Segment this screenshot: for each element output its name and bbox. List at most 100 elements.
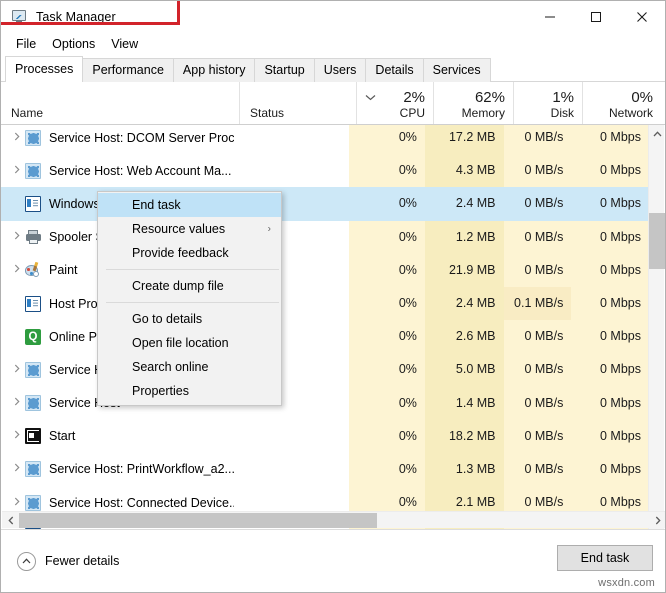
column-header-network[interactable]: 0% Network <box>582 82 661 124</box>
process-network-cell: 0 Mbps <box>571 220 649 254</box>
process-network-cell: 0 Mbps <box>571 187 649 221</box>
scroll-right-button[interactable] <box>649 512 665 529</box>
process-name-cell[interactable]: Service Host: Connected Device... <box>1 494 234 511</box>
table-row[interactable]: Start 0% 18.2 MB 0 MB/s 0 Mbps <box>1 419 649 453</box>
process-cpu-cell: 0% <box>349 125 425 155</box>
vertical-scrollbar[interactable] <box>648 125 665 529</box>
table-row[interactable]: Service Host: PrintWorkflow_a2... 0% 1.3 M… <box>1 452 649 487</box>
menu-file[interactable]: File <box>10 35 46 53</box>
process-cpu-cell: 0% <box>349 253 425 287</box>
process-memory-cell: 17.2 MB <box>424 125 504 155</box>
process-disk-cell: 0.1 MB/s <box>503 286 572 321</box>
expand-chevron-icon[interactable] <box>8 497 25 509</box>
process-network-cell: 0 Mbps <box>571 452 649 487</box>
expand-chevron-icon[interactable] <box>8 397 25 409</box>
gear-icon <box>25 361 41 378</box>
context-menu-item-label: Create dump file <box>132 279 224 293</box>
process-disk-cell: 0 MB/s <box>503 419 572 453</box>
table-row[interactable]: Service Host: DCOM Server Proc... 0% 17.2 … <box>1 125 649 155</box>
tab-startup[interactable]: Startup <box>254 58 315 82</box>
context-menu-item-label: Resource values <box>132 222 226 236</box>
maximize-button[interactable] <box>573 1 619 32</box>
expand-chevron-icon[interactable] <box>8 430 25 442</box>
process-network-cell: 0 Mbps <box>571 286 649 321</box>
process-memory-cell: 2.4 MB <box>424 286 504 321</box>
context-menu-item-label: Open file location <box>132 336 229 350</box>
close-button[interactable] <box>619 1 665 32</box>
expand-chevron-icon[interactable] <box>8 165 25 177</box>
fewer-details-button[interactable]: Fewer details <box>17 551 119 571</box>
expand-chevron-icon[interactable] <box>8 463 25 475</box>
sort-descending-icon <box>365 90 376 101</box>
tab-performance[interactable]: Performance <box>82 58 174 82</box>
context-menu-item[interactable]: Provide feedback <box>98 241 281 265</box>
end-task-button[interactable]: End task <box>557 545 653 571</box>
process-memory-cell: 1.4 MB <box>424 386 504 420</box>
expand-chevron-icon[interactable] <box>8 364 25 376</box>
vertical-scroll-thumb[interactable] <box>649 213 665 269</box>
context-menu-item-label: Go to details <box>132 312 203 326</box>
context-menu-item[interactable]: Properties <box>98 379 281 403</box>
context-menu-item[interactable]: Go to details <box>98 307 281 331</box>
expand-chevron-icon[interactable] <box>8 264 25 276</box>
column-header-disk[interactable]: 1% Disk <box>513 82 582 124</box>
context-menu-item[interactable]: Search online <box>98 355 281 379</box>
process-cpu-cell: 0% <box>349 419 425 453</box>
process-memory-cell: 1.2 MB <box>424 220 504 254</box>
tab-users[interactable]: Users <box>313 58 367 82</box>
column-header-cpu[interactable]: 2% CPU <box>356 82 433 124</box>
process-cpu-cell: 0% <box>349 187 425 221</box>
process-name-cell[interactable]: Service Host: DCOM Server Proc... <box>1 129 234 146</box>
window-icon <box>25 195 41 212</box>
tab-app-history[interactable]: App history <box>172 58 256 82</box>
process-name-cell[interactable]: Start <box>1 428 234 445</box>
context-menu-item[interactable]: Resource values › <box>98 217 281 241</box>
context-menu-item-label: Properties <box>132 384 189 398</box>
process-disk-cell: 0 MB/s <box>503 154 572 188</box>
gear-icon <box>25 461 41 478</box>
column-header-memory[interactable]: 62% Memory <box>433 82 513 124</box>
menu-bar: File Options View <box>1 32 665 56</box>
expand-chevron-icon[interactable] <box>8 231 25 243</box>
process-network-cell: 0 Mbps <box>571 320 649 354</box>
process-network-cell: 0 Mbps <box>571 125 649 155</box>
context-menu-separator <box>106 269 279 270</box>
process-disk-cell: 0 MB/s <box>503 253 572 287</box>
process-memory-cell: 18.2 MB <box>424 419 504 453</box>
process-cpu-cell: 0% <box>349 320 425 354</box>
horizontal-scrollbar[interactable] <box>2 511 665 529</box>
tab-details[interactable]: Details <box>365 58 424 82</box>
column-header-name[interactable]: Name <box>1 82 239 124</box>
scroll-left-button[interactable] <box>2 512 19 529</box>
process-name-cell[interactable]: Service Host: PrintWorkflow_a2... <box>1 461 234 478</box>
process-cpu-cell: 0% <box>349 286 425 321</box>
process-network-cell: 0 Mbps <box>571 419 649 453</box>
process-cpu-cell: 0% <box>349 386 425 420</box>
tab-processes[interactable]: Processes <box>5 56 84 82</box>
expand-chevron-icon[interactable] <box>8 132 25 144</box>
context-menu-item-label: Provide feedback <box>132 246 229 260</box>
process-memory-cell: 21.9 MB <box>424 253 504 287</box>
table-row[interactable]: Service Host: Web Account Ma... 0% 4.3 MB 0… <box>1 154 649 188</box>
menu-view[interactable]: View <box>105 35 148 53</box>
gear-icon <box>25 395 41 412</box>
window-icon <box>25 295 41 312</box>
menu-options[interactable]: Options <box>46 35 105 53</box>
context-menu-item[interactable]: Create dump file <box>98 274 281 298</box>
context-menu-item[interactable]: End task <box>98 193 281 217</box>
process-disk-cell: 0 MB/s <box>503 220 572 254</box>
task-manager-icon <box>11 9 27 25</box>
process-disk-cell: 0 MB/s <box>503 187 572 221</box>
process-table-header: Name Status 2% CPU 62% Memory 1% Disk 0%… <box>1 82 665 125</box>
process-disk-cell: 0 MB/s <box>503 452 572 487</box>
context-menu-item[interactable]: Open file location <box>98 331 281 355</box>
scroll-up-button[interactable] <box>649 125 665 142</box>
process-network-cell: 0 Mbps <box>571 353 649 387</box>
printer-icon <box>25 229 41 245</box>
tab-services[interactable]: Services <box>422 58 491 82</box>
process-name-cell[interactable]: Service Host: Web Account Ma... <box>1 162 234 179</box>
horizontal-scroll-thumb[interactable] <box>19 513 377 528</box>
paint-icon <box>25 262 41 278</box>
column-header-status[interactable]: Status <box>239 82 356 124</box>
minimize-button[interactable] <box>527 1 573 32</box>
